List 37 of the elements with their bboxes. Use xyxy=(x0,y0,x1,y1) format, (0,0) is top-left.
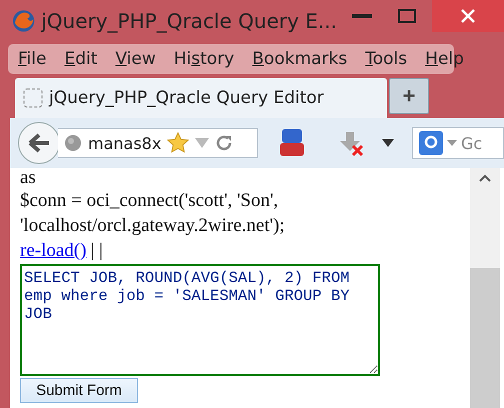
code-text: as xyxy=(20,168,37,188)
search-field[interactable]: Gc xyxy=(412,127,504,159)
close-button[interactable] xyxy=(432,0,504,32)
menu-item[interactable]: File xyxy=(18,49,46,69)
code-text: $conn = oci_connect('scott', 'Son', xyxy=(20,189,280,213)
globe-icon xyxy=(64,134,82,152)
video-site-icon[interactable] xyxy=(280,129,304,157)
star-icon[interactable] xyxy=(167,132,190,154)
maximize-icon xyxy=(398,9,416,23)
download-blocked-icon[interactable] xyxy=(338,130,364,156)
menu-item[interactable]: Help xyxy=(425,49,464,69)
search-engine-icon xyxy=(419,131,443,155)
browser-logo-icon xyxy=(12,9,36,33)
reload-icon[interactable] xyxy=(215,134,234,152)
new-tab-button[interactable]: + xyxy=(389,78,429,114)
browser-tab[interactable]: jQuery_PHP_Qracle Query Editor xyxy=(15,78,387,118)
close-icon xyxy=(461,9,476,23)
back-button[interactable] xyxy=(18,122,60,164)
page-icon xyxy=(23,88,43,108)
address-bar[interactable]: manas8x xyxy=(58,128,258,158)
back-arrow-icon xyxy=(28,133,50,153)
dropdown-icon[interactable] xyxy=(382,139,394,147)
menu-item[interactable]: Tools xyxy=(365,49,408,69)
code-text: 'localhost/orcl.gateway.2wire.net'); xyxy=(20,214,286,238)
menu-item[interactable]: Bookmarks xyxy=(252,49,348,69)
scrollbar-thumb[interactable] xyxy=(470,268,500,408)
menu-item[interactable]: History xyxy=(174,49,234,69)
menu-item[interactable]: Edit xyxy=(64,49,98,69)
submit-button[interactable]: Submit Form xyxy=(20,378,138,403)
reload-link[interactable]: re-load() xyxy=(20,240,86,261)
menu-item[interactable]: View xyxy=(115,49,156,69)
scrollbar[interactable] xyxy=(470,168,500,408)
minimize-icon xyxy=(352,14,372,18)
separator-text: | | xyxy=(90,240,103,261)
query-input[interactable]: SELECT JOB, ROUND(AVG(SAL), 2) FROM emp where job = 'SALESMAN' GROUP BY JOB xyxy=(20,264,380,376)
dropdown-icon xyxy=(447,140,457,146)
window-title: jQuery_PHP_Qracle Query E... xyxy=(41,9,337,33)
